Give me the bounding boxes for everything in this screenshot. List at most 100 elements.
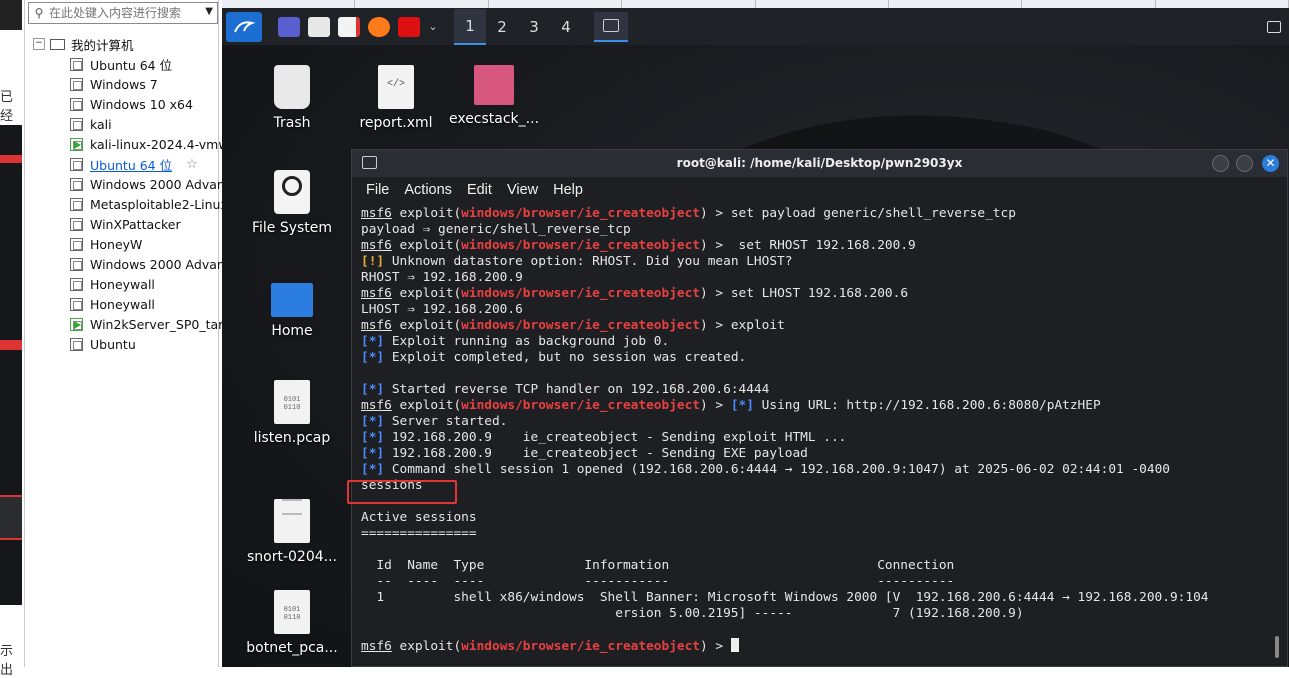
vm-item[interactable]: Ubuntu 64 位 ☆ [33, 154, 231, 174]
menu-actions[interactable]: Actions [404, 182, 452, 198]
workspace-3[interactable]: 3 [518, 9, 550, 45]
workspace-4[interactable]: 4 [550, 9, 582, 45]
terminal-line: LHOST ⇒ 192.168.200.6 [361, 302, 1287, 318]
terminal-window[interactable]: root@kali: /home/kali/Desktop/pwn2903yx … [351, 149, 1288, 667]
desktop-icon-item[interactable]: snort-0204... [242, 485, 342, 565]
status-tag: [*] [730, 398, 754, 413]
terminal-line: msf6 exploit(windows/browser/ie_createob… [361, 638, 1287, 654]
chevron-down-icon[interactable]: ⌄ [424, 12, 442, 42]
vm-item[interactable]: Windows 2000 Advan [33, 254, 231, 274]
desktop-icon-item[interactable]: 0101 0110 listen.pcap [242, 380, 342, 446]
prompt-user: msf6 [361, 398, 392, 413]
vm-item-label[interactable]: kali [90, 117, 112, 132]
file-manager-icon[interactable] [304, 12, 334, 42]
vm-item[interactable]: kali [33, 114, 231, 134]
vm-item[interactable]: Honeywall [33, 294, 231, 314]
desktop-icon-item[interactable]: </> report.xml [346, 65, 446, 131]
output-text: Server started. [384, 414, 508, 429]
firefox-icon[interactable] [364, 12, 394, 42]
vm-item-label[interactable]: Windows 10 x64 [90, 97, 193, 112]
warning-tag: [!] [361, 254, 385, 269]
desktop-icon-label: File System [251, 220, 333, 236]
desktop-icon-item[interactable]: execstack_... [444, 65, 544, 127]
vm-item-label[interactable]: Windows 2000 Advan [90, 257, 225, 272]
desktop-icon-item[interactable]: 0101 0110 botnet_pca... [242, 590, 342, 656]
workspace-1[interactable]: 1 [454, 8, 486, 45]
text-editor-icon[interactable] [334, 12, 364, 42]
vm-item-label[interactable]: WinXPattacker [90, 217, 181, 232]
vm-icon [70, 337, 83, 351]
vm-icon [70, 177, 83, 191]
chevron-down-icon[interactable]: ▼ [205, 6, 213, 17]
kali-menu-icon[interactable] [226, 11, 262, 42]
tree-root[interactable]: − 我的计算机 [33, 34, 231, 54]
vm-item-label[interactable]: Windows 7 [90, 77, 158, 92]
vm-item[interactable]: Windows 10 x64 [33, 94, 231, 114]
vm-icon [70, 237, 83, 251]
home-folder-icon [271, 283, 313, 317]
output-text: Unknown datastore option: RHOST. Did you… [384, 254, 793, 269]
vm-item-label[interactable]: Ubuntu 64 位 [90, 55, 172, 74]
vm-item-label[interactable]: Ubuntu [90, 337, 136, 352]
collapse-icon[interactable]: − [33, 38, 45, 50]
vm-item[interactable]: Metasploitable2-Linux [33, 194, 231, 214]
minimize-button[interactable] [1212, 155, 1229, 172]
vm-item[interactable]: kali-linux-2024.4-vmw [33, 134, 231, 154]
prompt-user: msf6 [361, 206, 392, 221]
library-search-box[interactable]: ⚲ ▼ [28, 2, 218, 24]
terminal-titlebar[interactable]: root@kali: /home/kali/Desktop/pwn2903yx … [352, 150, 1287, 177]
vm-item[interactable]: Windows 7 [33, 74, 231, 94]
status-tag: [*] [361, 414, 385, 429]
status-tag: [*] [361, 462, 385, 477]
vm-item-label[interactable]: Honeywall [90, 297, 155, 312]
vm-icon [70, 77, 83, 91]
terminal-output[interactable]: msf6 exploit(windows/browser/ie_createob… [352, 203, 1287, 654]
menu-view[interactable]: View [507, 182, 538, 198]
output-text: =============== [361, 526, 477, 541]
vm-item-label[interactable]: Metasploitable2-Linux [90, 197, 228, 212]
vm-item[interactable]: HoneyW [33, 234, 231, 254]
menu-file[interactable]: File [366, 182, 389, 198]
menu-help[interactable]: Help [553, 182, 583, 198]
prompt-user: msf6 [361, 286, 392, 301]
vm-item[interactable]: Honeywall [33, 274, 231, 294]
vm-item-label[interactable]: Win2kServer_SP0_targ [90, 317, 231, 332]
terminal-task-icon[interactable] [594, 11, 628, 42]
menu-edit[interactable]: Edit [467, 182, 492, 198]
vm-icon [70, 217, 83, 231]
terminal-line: [!] Unknown datastore option: RHOST. Did… [361, 254, 1287, 270]
show-desktop-icon[interactable] [274, 12, 304, 42]
maximize-button[interactable] [1236, 155, 1253, 172]
desktop-icon-item[interactable]: File System [242, 170, 342, 236]
vm-item[interactable]: Win2kServer_SP0_targ [33, 314, 231, 334]
library-search-input[interactable] [49, 6, 199, 20]
trash-icon [274, 65, 310, 109]
window-menu-icon[interactable] [1259, 12, 1289, 42]
desktop-icon-label: Home [271, 323, 313, 339]
desktop-icon-label: Trash [273, 115, 311, 131]
status-tag: [*] [361, 334, 385, 349]
terminal-launcher-icon[interactable] [394, 12, 424, 42]
cursor [730, 638, 739, 652]
vm-item[interactable]: Ubuntu 64 位 [33, 54, 231, 74]
terminal-line: [*] Started reverse TCP handler on 192.1… [361, 382, 1287, 398]
vm-item[interactable]: Ubuntu [33, 334, 231, 354]
vm-icon [70, 57, 83, 71]
terminal-scrollbar[interactable] [1275, 636, 1279, 658]
vm-item-label[interactable]: Ubuntu 64 位 [90, 155, 172, 174]
star-icon[interactable]: ☆ [186, 157, 198, 172]
command-text: set RHOST 192.168.200.9 [730, 238, 916, 253]
terminal-menubar: File Actions Edit View Help [352, 177, 1287, 203]
desktop-icon-item[interactable]: Trash [242, 65, 342, 131]
close-button[interactable]: ✕ [1262, 155, 1279, 172]
vm-item-label[interactable]: Windows 2000 Advan [90, 177, 225, 192]
vm-item-label[interactable]: Honeywall [90, 277, 155, 292]
vm-item[interactable]: WinXPattacker [33, 214, 231, 234]
terminal-line: sessions [361, 478, 1287, 494]
vm-item-label[interactable]: kali-linux-2024.4-vmw [90, 137, 229, 152]
desktop-icon-item[interactable]: Home [242, 275, 342, 339]
workspace-2[interactable]: 2 [486, 9, 518, 45]
vm-item-label[interactable]: HoneyW [90, 237, 142, 252]
vm-item[interactable]: Windows 2000 Advan [33, 174, 231, 194]
